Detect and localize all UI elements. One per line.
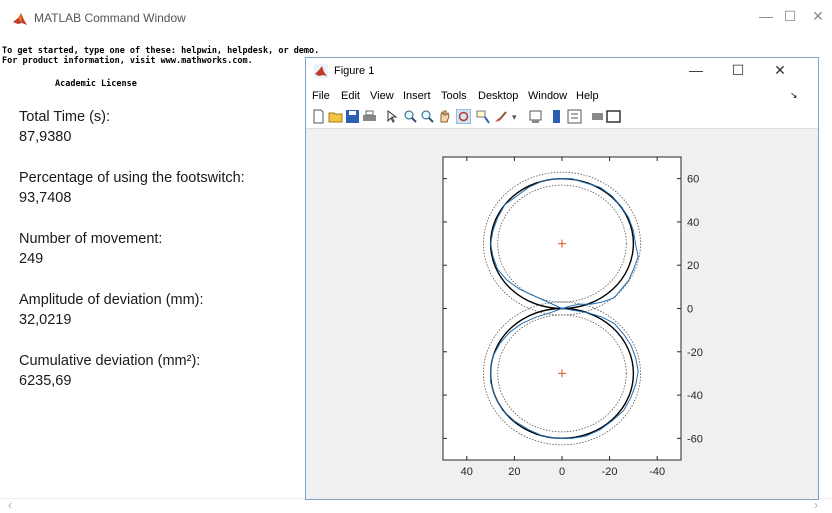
stat-label: Amplitude of deviation (mm): xyxy=(19,292,204,308)
figure-minimize-button[interactable]: — xyxy=(684,62,708,78)
new-figure-icon[interactable] xyxy=(311,109,326,124)
figure-maximize-button[interactable]: ☐ xyxy=(726,62,750,79)
x-tick-label: 0 xyxy=(559,466,565,478)
figure-titlebar: Figure 1 — ☐ ✕ xyxy=(306,58,818,86)
stat-amplitude: Amplitude of deviation (mm): 32,0219 xyxy=(19,290,245,330)
stat-total-time: Total Time (s): 87,9380 xyxy=(19,107,245,147)
horizontal-scrollbar[interactable]: ‹ › xyxy=(0,498,832,513)
x-tick-label: -40 xyxy=(649,466,665,478)
window-titlebar: MATLAB Command Window — ☐ ✕ xyxy=(0,0,832,38)
menu-file[interactable]: File xyxy=(312,90,330,102)
console-line: For product information, visit www.mathw… xyxy=(2,56,253,66)
pan-icon[interactable] xyxy=(437,109,452,124)
stat-label: Number of movement: xyxy=(19,231,163,247)
menu-view[interactable]: View xyxy=(370,90,394,102)
y-tick-label: -60 xyxy=(687,433,703,445)
figure-close-button[interactable]: ✕ xyxy=(768,62,792,79)
y-tick-label: -40 xyxy=(687,390,703,402)
print-icon[interactable] xyxy=(362,109,377,124)
hide-plot-tools-icon[interactable] xyxy=(567,109,582,124)
close-button[interactable]: ✕ xyxy=(806,8,830,25)
vertical-scrollbar[interactable] xyxy=(824,38,832,498)
zoom-in-icon[interactable] xyxy=(403,109,418,124)
x-tick-label: 40 xyxy=(461,466,473,478)
menu-help[interactable]: Help xyxy=(576,90,599,102)
brush-icon[interactable] xyxy=(493,109,508,124)
menu-window[interactable]: Window xyxy=(528,90,567,102)
scroll-right-icon[interactable]: › xyxy=(814,498,818,512)
plot-area[interactable]: 40 20 0 -20 -40 60 40 20 0 -20 -40 -60 xyxy=(306,129,818,499)
figure-menubar: File Edit View Insert Tools Desktop Wind… xyxy=(306,86,818,106)
license-text: Academic License xyxy=(55,79,137,89)
open-file-icon[interactable] xyxy=(328,109,343,124)
figure-title: Figure 1 xyxy=(334,65,375,77)
svg-text:▾: ▾ xyxy=(512,112,517,122)
stat-value: 32,0219 xyxy=(19,312,72,328)
colorbar-icon[interactable] xyxy=(528,109,543,124)
chart-svg[interactable]: 40 20 0 -20 -40 60 40 20 0 -20 -40 -60 xyxy=(306,129,818,499)
dock-arrow-icon[interactable]: ↘ xyxy=(790,90,798,101)
save-icon[interactable] xyxy=(345,109,360,124)
legend-icon[interactable] xyxy=(549,109,564,124)
menu-tools[interactable]: Tools xyxy=(441,90,467,102)
x-tick-label: -20 xyxy=(602,466,618,478)
window-title: MATLAB Command Window xyxy=(34,11,186,25)
zoom-out-icon[interactable] xyxy=(420,109,435,124)
stat-label: Total Time (s): xyxy=(19,109,111,125)
stat-movement: Number of movement: 249 xyxy=(19,229,245,269)
stats-panel: Total Time (s): 87,9380 Percentage of us… xyxy=(19,107,245,412)
minimize-button[interactable]: — xyxy=(754,8,778,24)
stat-footswitch: Percentage of using the footswitch: 93,7… xyxy=(19,168,245,208)
dock-figure-icon[interactable] xyxy=(606,109,621,124)
figure-toolbar: ▾ xyxy=(306,106,818,129)
y-tick-label: -20 xyxy=(687,347,703,359)
rotate-icon[interactable] xyxy=(456,109,471,124)
pointer-icon[interactable] xyxy=(384,109,399,124)
y-tick-label: 20 xyxy=(687,260,699,272)
x-tick-label: 20 xyxy=(508,466,520,478)
y-tick-label: 0 xyxy=(687,304,693,316)
data-cursor-icon[interactable] xyxy=(475,109,490,124)
stat-value: 6235,69 xyxy=(19,373,72,389)
maximize-button[interactable]: ☐ xyxy=(778,8,802,25)
stat-value: 87,9380 xyxy=(19,129,72,145)
matlab-logo-icon xyxy=(314,64,328,78)
stat-label: Percentage of using the footswitch: xyxy=(19,170,245,186)
stat-value: 93,7408 xyxy=(19,190,72,206)
matlab-logo-icon xyxy=(13,13,27,25)
menu-desktop[interactable]: Desktop xyxy=(478,90,518,102)
stat-cumulative: Cumulative deviation (mm²): 6235,69 xyxy=(19,351,245,391)
stat-label: Cumulative deviation (mm²): xyxy=(19,353,201,369)
stat-value: 249 xyxy=(19,251,44,267)
scroll-left-icon[interactable]: ‹ xyxy=(8,498,12,512)
y-tick-label: 60 xyxy=(687,174,699,186)
figure-window[interactable]: Figure 1 — ☐ ✕ File Edit View Insert Too… xyxy=(305,57,819,500)
menu-insert[interactable]: Insert xyxy=(403,90,431,102)
y-tick-label: 40 xyxy=(687,217,699,229)
console-line: To get started, type one of these: helpw… xyxy=(2,46,320,56)
link-icon[interactable]: ▾ xyxy=(509,109,524,124)
menu-edit[interactable]: Edit xyxy=(341,90,360,102)
show-plot-tools-icon[interactable] xyxy=(590,109,605,124)
